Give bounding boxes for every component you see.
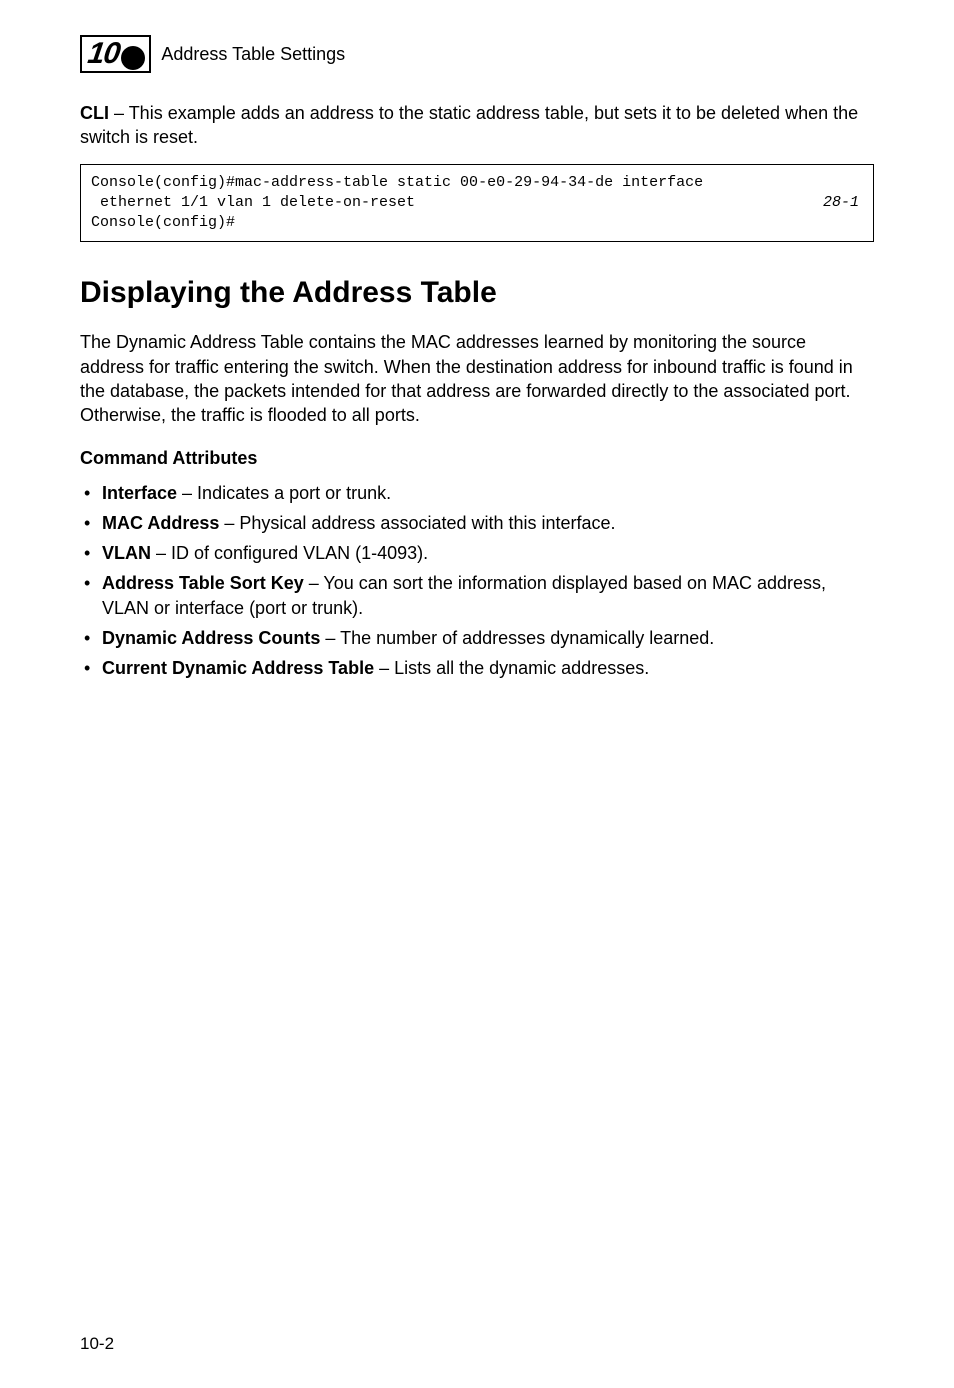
attributes-list: Interface – Indicates a port or trunk. M… (80, 481, 874, 681)
page-header: 10 Address Table Settings (80, 35, 874, 73)
code-example: Console(config)#mac-address-table static… (80, 164, 874, 243)
attr-desc: – Physical address associated with this … (219, 513, 615, 533)
attr-desc: – ID of configured VLAN (1-4093). (151, 543, 428, 563)
list-item: VLAN – ID of configured VLAN (1-4093). (80, 541, 874, 565)
chapter-dot-icon (121, 46, 145, 70)
code-line-1: Console(config)#mac-address-table static… (91, 174, 703, 191)
section-paragraph: The Dynamic Address Table contains the M… (80, 330, 874, 427)
attr-desc: – The number of addresses dynamically le… (320, 628, 714, 648)
list-item: MAC Address – Physical address associate… (80, 511, 874, 535)
chapter-badge: 10 (80, 35, 151, 73)
list-item: Interface – Indicates a port or trunk. (80, 481, 874, 505)
attr-name: Current Dynamic Address Table (102, 658, 374, 678)
cli-intro-paragraph: CLI – This example adds an address to th… (80, 101, 874, 150)
attr-name: VLAN (102, 543, 151, 563)
chapter-number: 10 (86, 39, 122, 69)
code-line-2: ethernet 1/1 vlan 1 delete-on-reset (91, 194, 415, 211)
section-heading: Displaying the Address Table (80, 276, 874, 310)
code-reference: 28-1 (823, 193, 859, 213)
attr-name: Interface (102, 483, 177, 503)
cli-label: CLI (80, 103, 109, 123)
cli-intro-text: – This example adds an address to the st… (80, 103, 858, 147)
command-attributes-heading: Command Attributes (80, 448, 874, 469)
attr-desc: – Lists all the dynamic addresses. (374, 658, 649, 678)
code-line-3: Console(config)# (91, 214, 235, 231)
list-item: Address Table Sort Key – You can sort th… (80, 571, 874, 620)
list-item: Current Dynamic Address Table – Lists al… (80, 656, 874, 680)
attr-desc: – Indicates a port or trunk. (177, 483, 391, 503)
running-header-title: Address Table Settings (161, 44, 345, 65)
attr-name: Address Table Sort Key (102, 573, 304, 593)
attr-name: Dynamic Address Counts (102, 628, 320, 648)
attr-name: MAC Address (102, 513, 219, 533)
list-item: Dynamic Address Counts – The number of a… (80, 626, 874, 650)
page-number: 10-2 (80, 1334, 114, 1354)
